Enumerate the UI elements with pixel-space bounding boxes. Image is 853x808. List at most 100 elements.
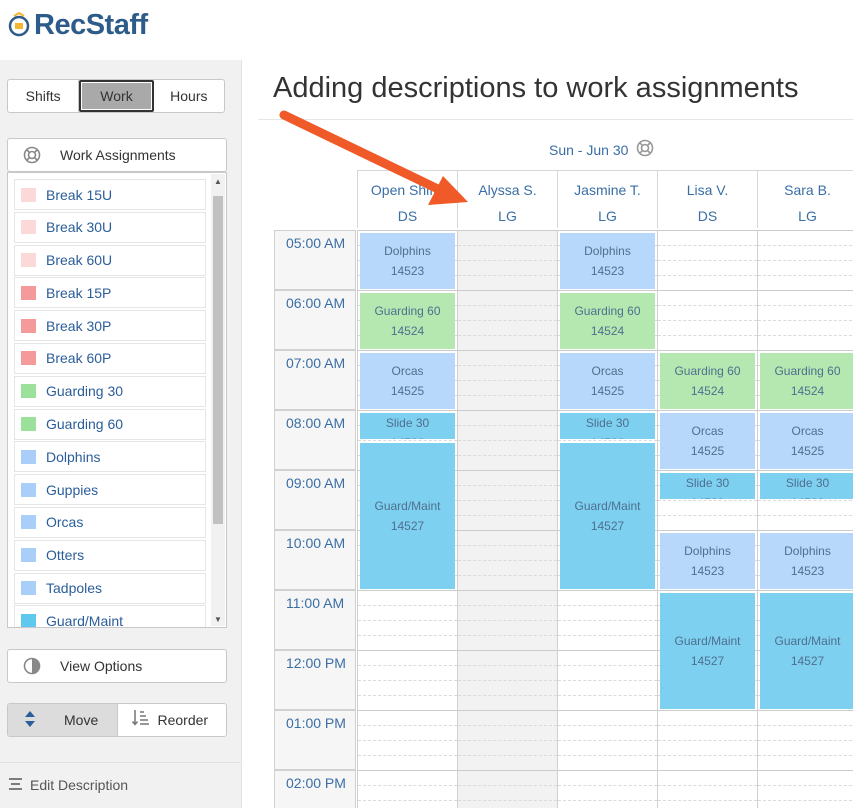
assignment-name: Orcas xyxy=(591,364,624,378)
align-lines-icon xyxy=(9,777,22,793)
recstaff-logo[interactable]: RecStaff xyxy=(6,8,148,42)
time-slot-label: 01:00 PM xyxy=(274,710,356,770)
work-assignment-item[interactable]: Break 15P xyxy=(14,277,206,309)
tab-work[interactable]: Work xyxy=(79,80,154,112)
assignment-block[interactable]: Dolphins 14523 xyxy=(660,533,755,589)
work-assignment-item[interactable]: Guarding 30 xyxy=(14,375,206,407)
assignment-block[interactable]: Guard/Maint 14527 xyxy=(560,443,655,589)
assignment-name: Guarding 60 xyxy=(774,364,841,378)
page-title: Adding descriptions to work assignments xyxy=(273,72,799,104)
time-column: 05:00 AM 06:00 AM 07:00 AM 08:00 AM 09:00 AM… xyxy=(274,230,356,808)
work-assignment-label: Break 15P xyxy=(46,284,112,301)
list-scrollbar[interactable]: ▲ ▼ xyxy=(211,174,225,626)
staff-role: LG xyxy=(798,208,817,224)
assignment-id: 14524 xyxy=(690,384,725,398)
color-swatch xyxy=(21,581,36,596)
staff-name: Jasmine T. xyxy=(574,182,641,198)
work-assignment-label: Guppies xyxy=(46,481,99,498)
work-assignment-item[interactable]: Break 30U xyxy=(14,211,206,243)
schedule-date[interactable]: Sun - Jun 30 xyxy=(549,139,654,160)
assignment-block[interactable]: Guarding 60 14524 xyxy=(760,353,853,409)
work-assignment-item[interactable]: Otters xyxy=(14,539,206,571)
staff-column-header[interactable]: Open Shifts DS xyxy=(357,170,457,228)
up-down-arrows-icon xyxy=(24,710,36,730)
assignment-block[interactable]: Guarding 60 14524 xyxy=(360,293,455,349)
mode-toggle: Move Reorder xyxy=(7,703,227,737)
work-assignments-button[interactable]: Work Assignments xyxy=(7,138,227,172)
work-assignment-label: Dolphins xyxy=(46,448,101,465)
tab-shifts[interactable]: Shifts xyxy=(8,80,80,112)
assignment-id: 14526 xyxy=(760,493,853,499)
work-assignment-label: Break 30U xyxy=(46,219,113,236)
scroll-up-arrow-icon[interactable]: ▲ xyxy=(211,174,225,188)
assignment-id: 14525 xyxy=(690,444,725,458)
view-options-button[interactable]: View Options xyxy=(7,649,227,683)
logo-text: RecStaff xyxy=(34,8,148,41)
work-assignment-label: Guard/Maint xyxy=(46,612,124,628)
work-assignment-item[interactable]: Orcas xyxy=(14,506,206,538)
staff-name: Lisa V. xyxy=(686,182,729,198)
color-swatch xyxy=(21,351,36,366)
assignment-id: 14527 xyxy=(690,654,725,668)
staff-column-header[interactable]: Lisa V. DS xyxy=(657,170,757,228)
whistle-logo-icon xyxy=(6,11,32,38)
assignment-block[interactable]: Slide 30 14526 xyxy=(760,473,853,499)
half-circle-icon xyxy=(22,656,42,676)
assignment-block[interactable]: Guarding 60 14524 xyxy=(660,353,755,409)
color-swatch xyxy=(21,187,36,202)
staff-column-header[interactable]: Jasmine T. LG xyxy=(557,170,657,228)
scroll-down-arrow-icon[interactable]: ▼ xyxy=(211,612,225,626)
work-assignment-item[interactable]: Guard/Maint xyxy=(14,605,206,628)
assignment-block[interactable]: Slide 30 14526 xyxy=(360,413,455,439)
assignment-block[interactable]: Dolphins 14523 xyxy=(760,533,853,589)
work-assignment-label: Guarding 30 xyxy=(46,383,124,400)
staff-column[interactable] xyxy=(657,230,757,808)
work-assignment-item[interactable]: Guppies xyxy=(14,474,206,506)
view-tabs: Shifts Work Hours xyxy=(7,79,225,113)
color-swatch xyxy=(21,548,36,563)
staff-column-header[interactable]: Sara B. LG xyxy=(757,170,853,228)
assignment-block[interactable]: Guard/Maint 14527 xyxy=(360,443,455,589)
staff-role: LG xyxy=(598,208,617,224)
work-assignment-item[interactable]: Break 60P xyxy=(14,342,206,374)
work-assignment-item[interactable]: Break 15U xyxy=(14,179,206,210)
move-button[interactable]: Move xyxy=(8,704,118,736)
work-assignment-item[interactable]: Break 60U xyxy=(14,244,206,276)
lifebuoy-icon[interactable] xyxy=(636,139,654,160)
work-assignment-label: Break 60P xyxy=(46,350,112,367)
assignment-block[interactable]: Guarding 60 14524 xyxy=(560,293,655,349)
tab-hours[interactable]: Hours xyxy=(154,80,224,112)
reorder-button[interactable]: Reorder xyxy=(118,704,227,736)
assignment-block[interactable]: Slide 30 14526 xyxy=(560,413,655,439)
assignment-block[interactable]: Guard/Maint 14527 xyxy=(760,593,853,709)
assignment-block[interactable]: Dolphins 14523 xyxy=(360,233,455,289)
assignment-block[interactable]: Slide 30 14526 xyxy=(660,473,755,499)
assignment-block[interactable]: Orcas 14525 xyxy=(560,353,655,409)
assignment-block[interactable]: Guard/Maint 14527 xyxy=(660,593,755,709)
staff-column[interactable] xyxy=(757,230,853,808)
work-assignment-item[interactable]: Guarding 60 xyxy=(14,408,206,440)
assignment-block[interactable]: Orcas 14525 xyxy=(360,353,455,409)
work-assignment-label: Orcas xyxy=(46,514,84,531)
assignment-block[interactable]: Orcas 14525 xyxy=(760,413,853,469)
assignment-block[interactable]: Orcas 14525 xyxy=(660,413,755,469)
time-slot-label: 09:00 AM xyxy=(274,470,356,530)
work-assignment-item[interactable]: Tadpoles xyxy=(14,572,206,604)
color-swatch xyxy=(21,253,36,268)
assignment-name: Orcas xyxy=(691,424,724,438)
assignment-block[interactable]: Dolphins 14523 xyxy=(560,233,655,289)
color-swatch xyxy=(21,318,36,333)
staff-column[interactable] xyxy=(457,230,557,808)
staff-column-header[interactable]: Alyssa S. LG xyxy=(457,170,557,228)
staff-role: LG xyxy=(498,208,517,224)
reorder-label: Reorder xyxy=(157,712,209,728)
work-assignment-item[interactable]: Dolphins xyxy=(14,441,206,473)
assignment-name: Orcas xyxy=(391,364,424,378)
work-assignment-label: Break 15U xyxy=(46,186,113,203)
color-swatch xyxy=(21,613,36,627)
work-assignment-label: Guarding 60 xyxy=(46,416,124,433)
work-assignment-list[interactable]: Break 15U Break 30U Break 60U Break 15P Brea… xyxy=(7,172,227,628)
edit-description-button[interactable]: Edit Description xyxy=(0,762,242,806)
scroll-thumb[interactable] xyxy=(213,196,223,524)
work-assignment-item[interactable]: Break 30P xyxy=(14,310,206,342)
